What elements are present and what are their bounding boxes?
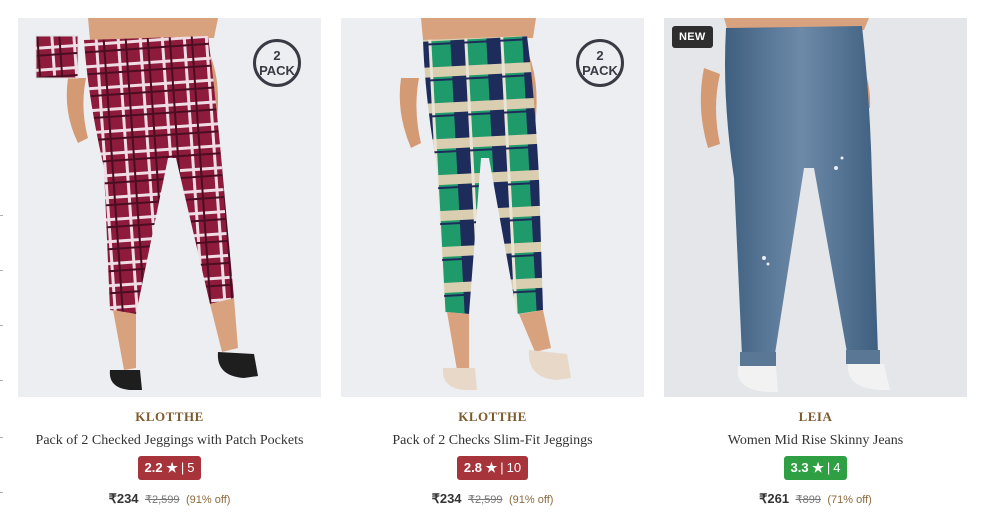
rating-value: 2.8: [463, 460, 482, 475]
rating-badge: 2.2 ★ | 5: [137, 456, 202, 480]
rating-badge: 2.8 ★ | 10: [456, 456, 529, 480]
product-image[interactable]: NEW: [664, 18, 967, 397]
blue-skinny-jeans-image: [664, 18, 967, 397]
edge-tick: [0, 270, 3, 271]
rating-separator: |: [500, 460, 504, 475]
rating-separator: |: [826, 460, 831, 475]
edge-tick: [0, 437, 3, 438]
product-brand[interactable]: KLOTTHE: [18, 409, 321, 425]
pack-label: PACK: [582, 63, 618, 78]
rating-separator: |: [180, 460, 185, 475]
price-row: ₹261 ₹899 (71% off): [664, 490, 967, 508]
pack-badge: 2 PACK: [576, 39, 624, 87]
edge-tick: [0, 380, 3, 381]
product-card[interactable]: 2 PACK KLOTTHE Pack of 2 Checks Slim-Fit…: [341, 18, 644, 508]
product-brand[interactable]: LEIA: [664, 409, 967, 425]
rating-value: 3.3: [790, 460, 809, 475]
new-badge: NEW: [672, 26, 713, 48]
product-image[interactable]: 2 PACK: [341, 18, 644, 397]
mrp-price: ₹2,599: [468, 494, 503, 506]
pack-label: PACK: [259, 63, 295, 78]
discount-percent: (91% off): [508, 494, 554, 506]
mrp-price: ₹899: [795, 494, 821, 506]
edge-tick: [0, 325, 3, 326]
price-row: ₹234 ₹2,599 (91% off): [341, 490, 644, 508]
product-card[interactable]: NEW LEIA Women Mid Rise Skinny Jeans 3.3…: [664, 18, 967, 508]
product-title[interactable]: Pack of 2 Checks Slim-Fit Jeggings: [341, 433, 644, 449]
discount-percent: (71% off): [827, 494, 872, 506]
star-icon: ★: [166, 460, 178, 475]
sale-price: ₹261: [759, 491, 790, 506]
product-card[interactable]: 2 PACK KLOTTHE Pack of 2 Checked Jegging…: [18, 18, 321, 508]
product-brand[interactable]: KLOTTHE: [341, 409, 644, 425]
edge-tick: [0, 492, 3, 493]
pack-badge: 2 PACK: [253, 39, 301, 87]
rating-value: 2.2: [144, 460, 163, 475]
star-icon: ★: [812, 460, 824, 475]
mrp-price: ₹2,599: [145, 494, 180, 506]
edge-tick: [0, 215, 3, 216]
rating-count: 10: [506, 460, 522, 475]
rating-count: 4: [833, 460, 841, 475]
rating-count: 5: [187, 460, 195, 475]
star-icon: ★: [485, 460, 498, 475]
product-title[interactable]: Pack of 2 Checked Jeggings with Patch Po…: [18, 433, 321, 449]
pack-count: 2: [596, 48, 604, 63]
pack-count: 2: [273, 48, 281, 63]
rating-badge: 3.3 ★ | 4: [783, 456, 848, 480]
product-image[interactable]: 2 PACK: [18, 18, 321, 397]
price-row: ₹234 ₹2,599 (91% off): [18, 490, 321, 508]
sale-price: ₹234: [431, 491, 462, 506]
product-title[interactable]: Women Mid Rise Skinny Jeans: [664, 433, 967, 449]
sale-price: ₹234: [108, 491, 139, 506]
discount-percent: (91% off): [185, 494, 231, 506]
